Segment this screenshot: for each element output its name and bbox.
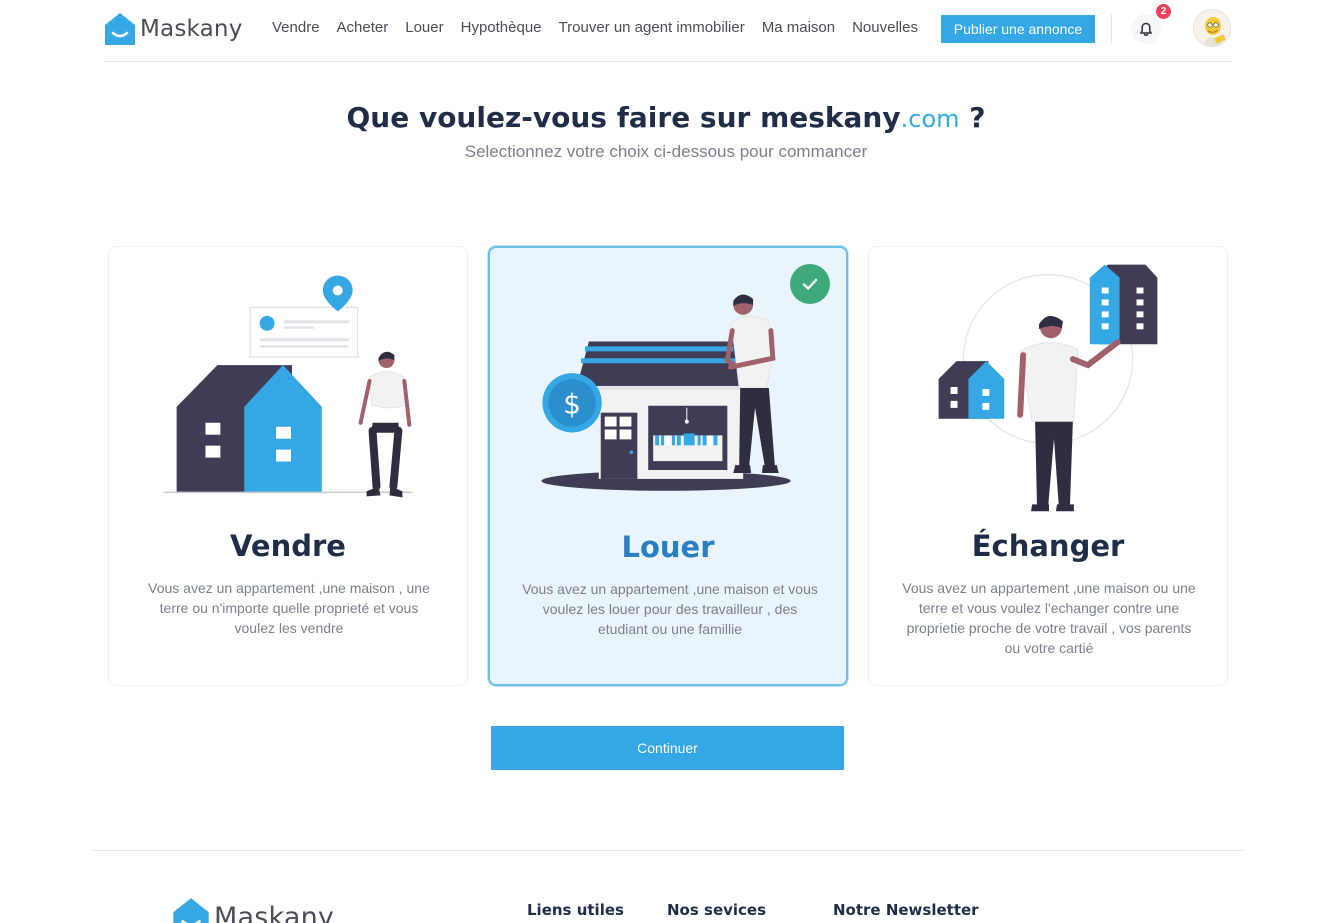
page-title-prefix: Que voulez-vous faire sur meskany (346, 101, 901, 134)
page-subtitle: Selectionnez votre choix ci-dessous pour… (464, 142, 868, 161)
page-title-domain: .com (900, 105, 960, 133)
user-avatar[interactable] (1193, 9, 1231, 47)
nav-link-hypotheque[interactable]: Hypothèque (461, 19, 542, 36)
page-title: Que voulez-vous faire sur meskany.com ? (0, 101, 1332, 134)
card-description-louer: Vous avez un appartement ,une maison et … (522, 581, 818, 637)
option-card-louer[interactable]: $ Louer Vous avez un appartement ,une ma… (488, 246, 848, 686)
publish-listing-button[interactable]: Publier une annonce (941, 15, 1095, 43)
nav-link-vendre[interactable]: Vendre (272, 19, 320, 36)
bell-icon (1140, 22, 1152, 36)
footer-heading-useful-links: Liens utiles (527, 901, 624, 919)
continue-button[interactable]: Continuer (491, 726, 844, 770)
nav-link-ma-maison[interactable]: Ma maison (762, 19, 835, 36)
notification-count-badge: 2 (1156, 4, 1171, 19)
brand-name: Maskany (140, 16, 243, 42)
main-menu: Vendre Acheter Louer Hypothèque Trouver … (272, 19, 935, 36)
nav-link-louer[interactable]: Louer (405, 19, 443, 36)
notifications-button[interactable] (1131, 14, 1161, 44)
card-description-vendre: Vous avez un appartement ,une maison , u… (148, 580, 430, 636)
nav-divider (1111, 14, 1112, 43)
avatar-cartoon-icon (1194, 10, 1230, 46)
house-smile-logo-icon (105, 13, 135, 45)
footer-divider (92, 850, 1244, 851)
nav-link-nouvelles[interactable]: Nouvelles (852, 19, 918, 36)
nav-link-acheter[interactable]: Acheter (337, 19, 389, 36)
card-title-echanger: Échanger (971, 529, 1125, 563)
top-navbar: Maskany Vendre Acheter Louer Hypothèque … (104, 0, 1232, 62)
footer-house-smile-logo-icon (173, 898, 209, 923)
card-title-vendre: Vendre (230, 529, 346, 563)
option-card-echanger[interactable]: Échanger Vous avez un appartement ,une m… (868, 246, 1228, 686)
brand-logo[interactable]: Maskany (104, 12, 243, 46)
option-card-vendre[interactable]: Vendre Vous avez un appartement ,une mai… (108, 246, 468, 686)
rent-house-illustration: $ (541, 294, 791, 491)
sell-house-illustration (163, 275, 413, 498)
footer-heading-newsletter: Notre Newsletter (833, 901, 979, 919)
page-title-suffix: ? (959, 101, 986, 134)
card-title-louer: Louer (621, 530, 715, 564)
footer-brand-logo[interactable]: Maskany (172, 897, 334, 923)
card-description-echanger: Vous avez un appartement ,une maison ou … (902, 580, 1196, 656)
svg-text:$: $ (563, 388, 581, 421)
exchange-houses-illustration (938, 264, 1158, 512)
footer-brand-name: Maskany (214, 901, 335, 923)
nav-link-agent[interactable]: Trouver un agent immobilier (559, 19, 745, 36)
footer-heading-services: Nos sevices (667, 901, 767, 919)
